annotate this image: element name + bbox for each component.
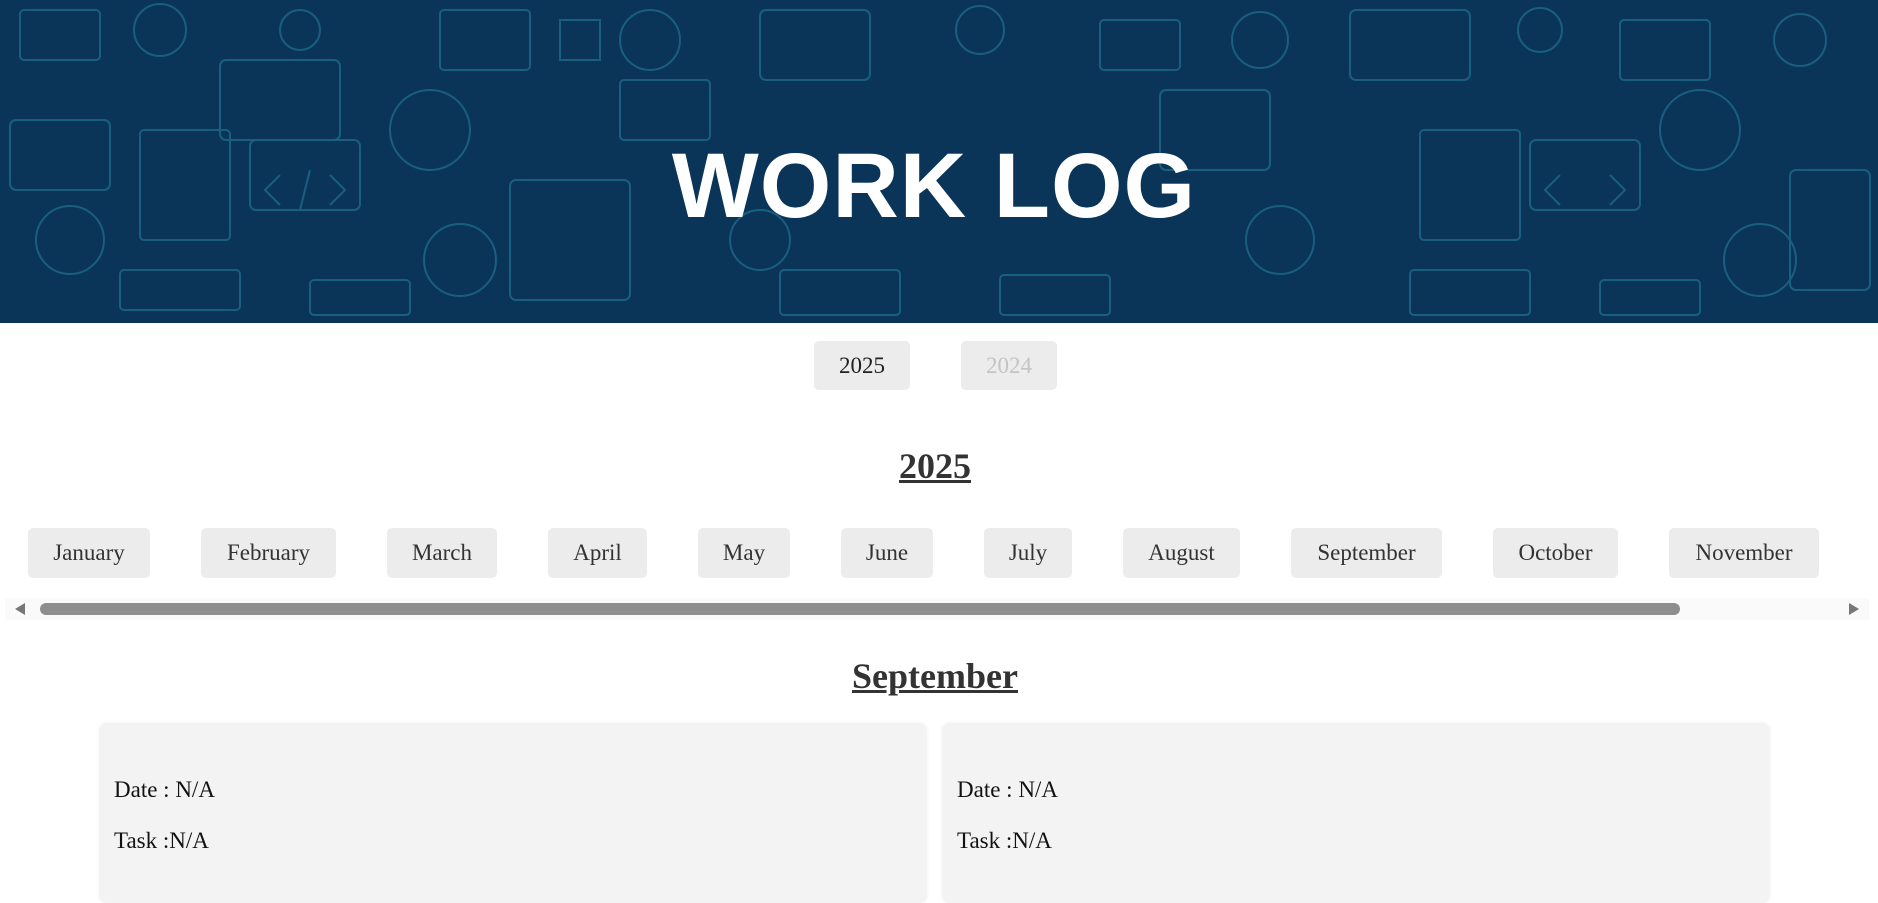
month-tabs: January February March April May June Ju… — [0, 528, 1878, 578]
month-button-september[interactable]: September — [1291, 528, 1442, 578]
entry-date: Date : N/A — [114, 777, 215, 803]
task-label: Task : — [957, 828, 1013, 853]
month-button-july[interactable]: July — [984, 528, 1072, 578]
month-button-june[interactable]: June — [841, 528, 933, 578]
log-entry-card: Date : N/A Task :N/A — [99, 723, 927, 903]
date-value: N/A — [1018, 777, 1058, 802]
month-button-august[interactable]: August — [1123, 528, 1240, 578]
month-button-april[interactable]: April — [548, 528, 647, 578]
month-button-november[interactable]: November — [1669, 528, 1819, 578]
entry-task: Task :N/A — [957, 828, 1052, 854]
date-label: Date : — [957, 777, 1013, 802]
page-title: WORK LOG — [671, 135, 1197, 237]
date-label: Date : — [114, 777, 170, 802]
task-label: Task : — [114, 828, 170, 853]
scroll-left-arrow-icon[interactable] — [15, 603, 25, 615]
month-button-may[interactable]: May — [698, 528, 790, 578]
year-button-2025[interactable]: 2025 — [814, 341, 910, 390]
task-value: N/A — [169, 828, 209, 853]
header-banner: WORK LOG — [0, 0, 1878, 323]
months-scrollbar[interactable] — [5, 598, 1869, 620]
scrollbar-thumb[interactable] — [40, 603, 1680, 615]
date-value: N/A — [175, 777, 215, 802]
entry-task: Task :N/A — [114, 828, 209, 854]
log-entry-card: Date : N/A Task :N/A — [942, 723, 1770, 903]
month-button-october[interactable]: October — [1493, 528, 1618, 578]
month-button-february[interactable]: February — [201, 528, 336, 578]
year-heading: 2025 — [899, 446, 971, 486]
scroll-right-arrow-icon[interactable] — [1849, 603, 1859, 615]
year-button-2024[interactable]: 2024 — [961, 341, 1057, 390]
task-value: N/A — [1012, 828, 1052, 853]
month-button-january[interactable]: January — [28, 528, 150, 578]
month-heading: September — [852, 656, 1018, 696]
entry-date: Date : N/A — [957, 777, 1058, 803]
month-button-march[interactable]: March — [387, 528, 497, 578]
